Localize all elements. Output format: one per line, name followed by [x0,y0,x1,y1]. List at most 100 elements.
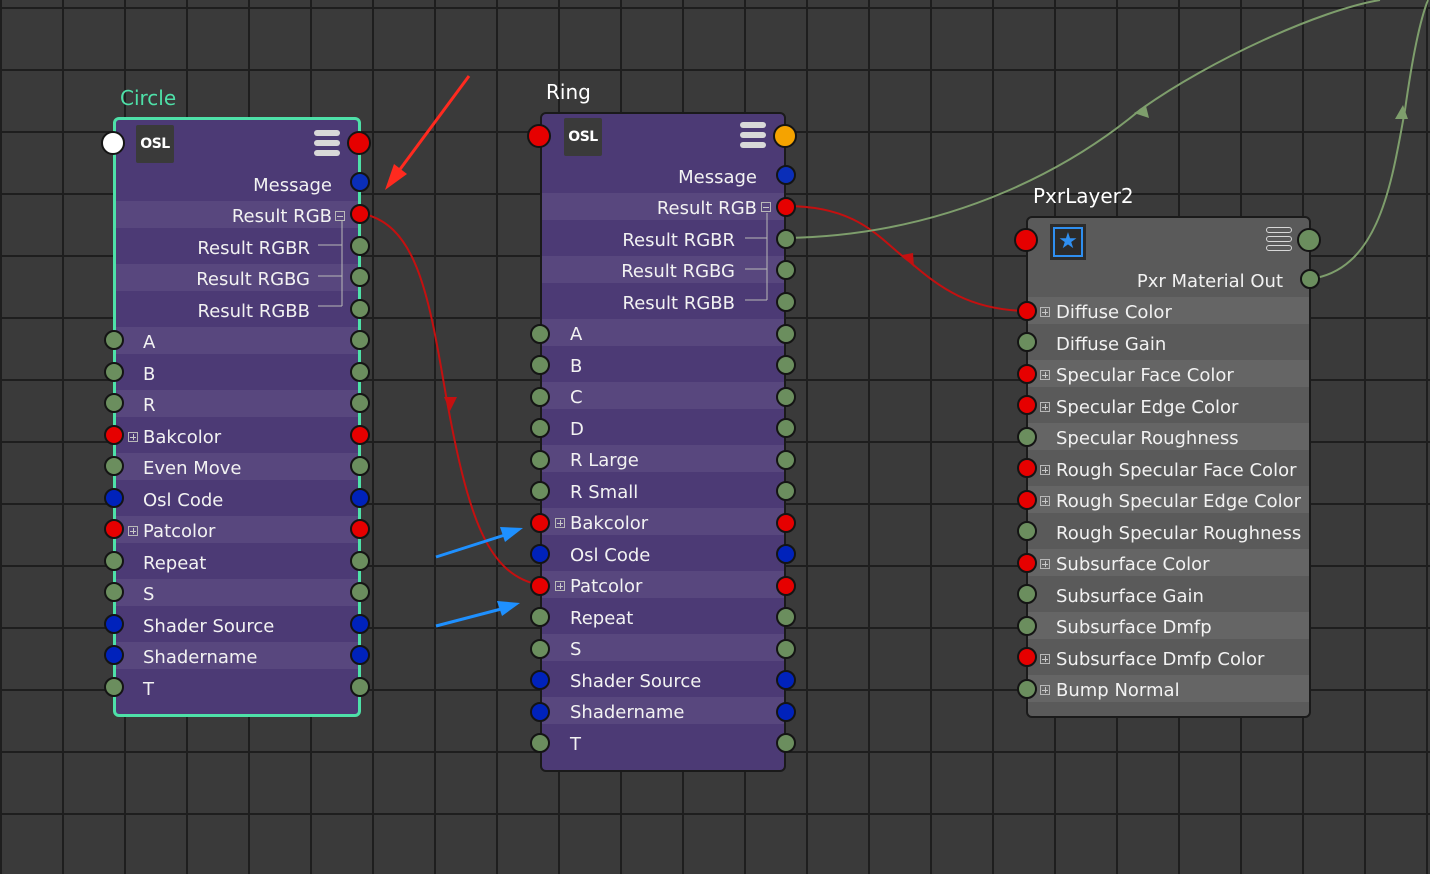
ring-through-c[interactable] [776,387,796,407]
expand-icon[interactable] [128,432,138,442]
ring-out-message[interactable] [776,165,796,185]
circle-through-t[interactable] [350,677,370,697]
pxr-in-rough-specular-edge-color[interactable] [1017,490,1037,510]
circle-out-result-rgbg[interactable] [350,267,370,287]
pxr-in-specular-edge-color[interactable] [1017,395,1037,415]
pxr-in-subsurface-dmfp-color[interactable] [1017,647,1037,667]
ring-through-s[interactable] [776,639,796,659]
expand-icon[interactable] [1040,402,1050,412]
ring-in-c[interactable] [530,387,550,407]
ring-in-osl-code[interactable] [530,544,550,564]
pxr-out-material[interactable] [1300,269,1320,289]
expand-icon[interactable] [1040,307,1050,317]
circle-through-s[interactable] [350,582,370,602]
ring-header-out-port[interactable] [773,124,797,148]
ring-out-result-rgbb[interactable] [776,292,796,312]
ring-in-bakcolor[interactable] [530,513,550,533]
ring-out-result-rgbg[interactable] [776,260,796,280]
circle-through-patcolor[interactable] [350,519,370,539]
ring-in-s[interactable] [530,639,550,659]
ring-through-osl-code[interactable] [776,544,796,564]
circle-in-osl-code[interactable] [104,488,124,508]
circle-in-s[interactable] [104,582,124,602]
circle-through-shader-source[interactable] [350,614,370,634]
ring-through-patcolor[interactable] [776,576,796,596]
circle-in-shadername[interactable] [104,645,124,665]
expand-icon[interactable] [1040,559,1050,569]
circle-header-out-port[interactable] [347,131,371,155]
pxr-in-subsurface-color[interactable] [1017,553,1037,573]
ring-header-in-port[interactable] [527,124,551,148]
pxr-header-out-port[interactable] [1297,228,1321,252]
circle-through-r[interactable] [350,393,370,413]
circle-out-result-rgb[interactable] [350,204,370,224]
node-menu-icon[interactable] [314,130,340,156]
circle-node[interactable]: OSL Message Result RGB Result RGBR Resul… [113,117,361,717]
pxr-in-diffuse-gain[interactable] [1017,332,1037,352]
expand-icon[interactable] [128,526,138,536]
circle-out-message[interactable] [350,172,370,192]
circle-in-patcolor[interactable] [104,519,124,539]
circle-through-repeat[interactable] [350,551,370,571]
ring-through-r-small[interactable] [776,481,796,501]
node-menu-icon[interactable] [740,122,766,148]
circle-through-a[interactable] [350,330,370,350]
pxr-in-subsurface-gain[interactable] [1017,584,1037,604]
pxr-in-rough-specular-roughness[interactable] [1017,521,1037,541]
ring-through-repeat[interactable] [776,607,796,627]
ring-through-t[interactable] [776,733,796,753]
circle-through-shadername[interactable] [350,645,370,665]
ring-through-shadername[interactable] [776,702,796,722]
pxr-in-subsurface-dmfp[interactable] [1017,616,1037,636]
ring-through-b[interactable] [776,355,796,375]
ring-through-shader-source[interactable] [776,670,796,690]
circle-out-result-rgbb[interactable] [350,299,370,319]
pxr-header-in-port[interactable] [1014,228,1038,252]
expand-icon[interactable] [555,581,565,591]
expand-icon[interactable] [1040,370,1050,380]
ring-out-result-rgbr[interactable] [776,229,796,249]
circle-in-a[interactable] [104,330,124,350]
pxr-in-specular-face-color[interactable] [1017,364,1037,384]
circle-in-b[interactable] [104,362,124,382]
pxr-in-specular-roughness[interactable] [1017,427,1037,447]
ring-in-a[interactable] [530,324,550,344]
circle-header-in-port[interactable] [101,131,125,155]
node-menu-icon[interactable] [1266,227,1292,253]
circle-through-osl-code[interactable] [350,488,370,508]
circle-in-even-move[interactable] [104,456,124,476]
expand-icon[interactable] [1040,685,1050,695]
pxr-in-rough-specular-face-color[interactable] [1017,458,1037,478]
ring-in-patcolor[interactable] [530,576,550,596]
circle-through-even-move[interactable] [350,456,370,476]
pxr-in-bump-normal[interactable] [1017,679,1037,699]
ring-through-bakcolor[interactable] [776,513,796,533]
ring-in-r-large[interactable] [530,450,550,470]
ring-in-r-small[interactable] [530,481,550,501]
ring-in-t[interactable] [530,733,550,753]
ring-in-shadername[interactable] [530,702,550,722]
circle-in-bakcolor[interactable] [104,425,124,445]
circle-through-b[interactable] [350,362,370,382]
expand-icon[interactable] [1040,496,1050,506]
circle-in-r[interactable] [104,393,124,413]
ring-through-d[interactable] [776,418,796,438]
ring-through-a[interactable] [776,324,796,344]
ring-in-repeat[interactable] [530,607,550,627]
circle-through-bakcolor[interactable] [350,425,370,445]
pxrlayer2-node[interactable]: ★ Pxr Material Out Diffuse Color Diffuse… [1026,216,1311,718]
ring-out-result-rgb[interactable] [776,197,796,217]
circle-in-t[interactable] [104,677,124,697]
ring-node[interactable]: OSL Message Result RGB Result RGBR Resul… [540,112,786,772]
ring-in-shader-source[interactable] [530,670,550,690]
expand-icon[interactable] [1040,465,1050,475]
circle-out-result-rgbr[interactable] [350,236,370,256]
circle-in-shader-source[interactable] [104,614,124,634]
expand-icon[interactable] [1040,654,1050,664]
circle-in-repeat[interactable] [104,551,124,571]
ring-in-b[interactable] [530,355,550,375]
ring-through-r-large[interactable] [776,450,796,470]
collapse-icon[interactable] [761,202,771,212]
ring-in-d[interactable] [530,418,550,438]
pxr-in-diffuse-color[interactable] [1017,301,1037,321]
